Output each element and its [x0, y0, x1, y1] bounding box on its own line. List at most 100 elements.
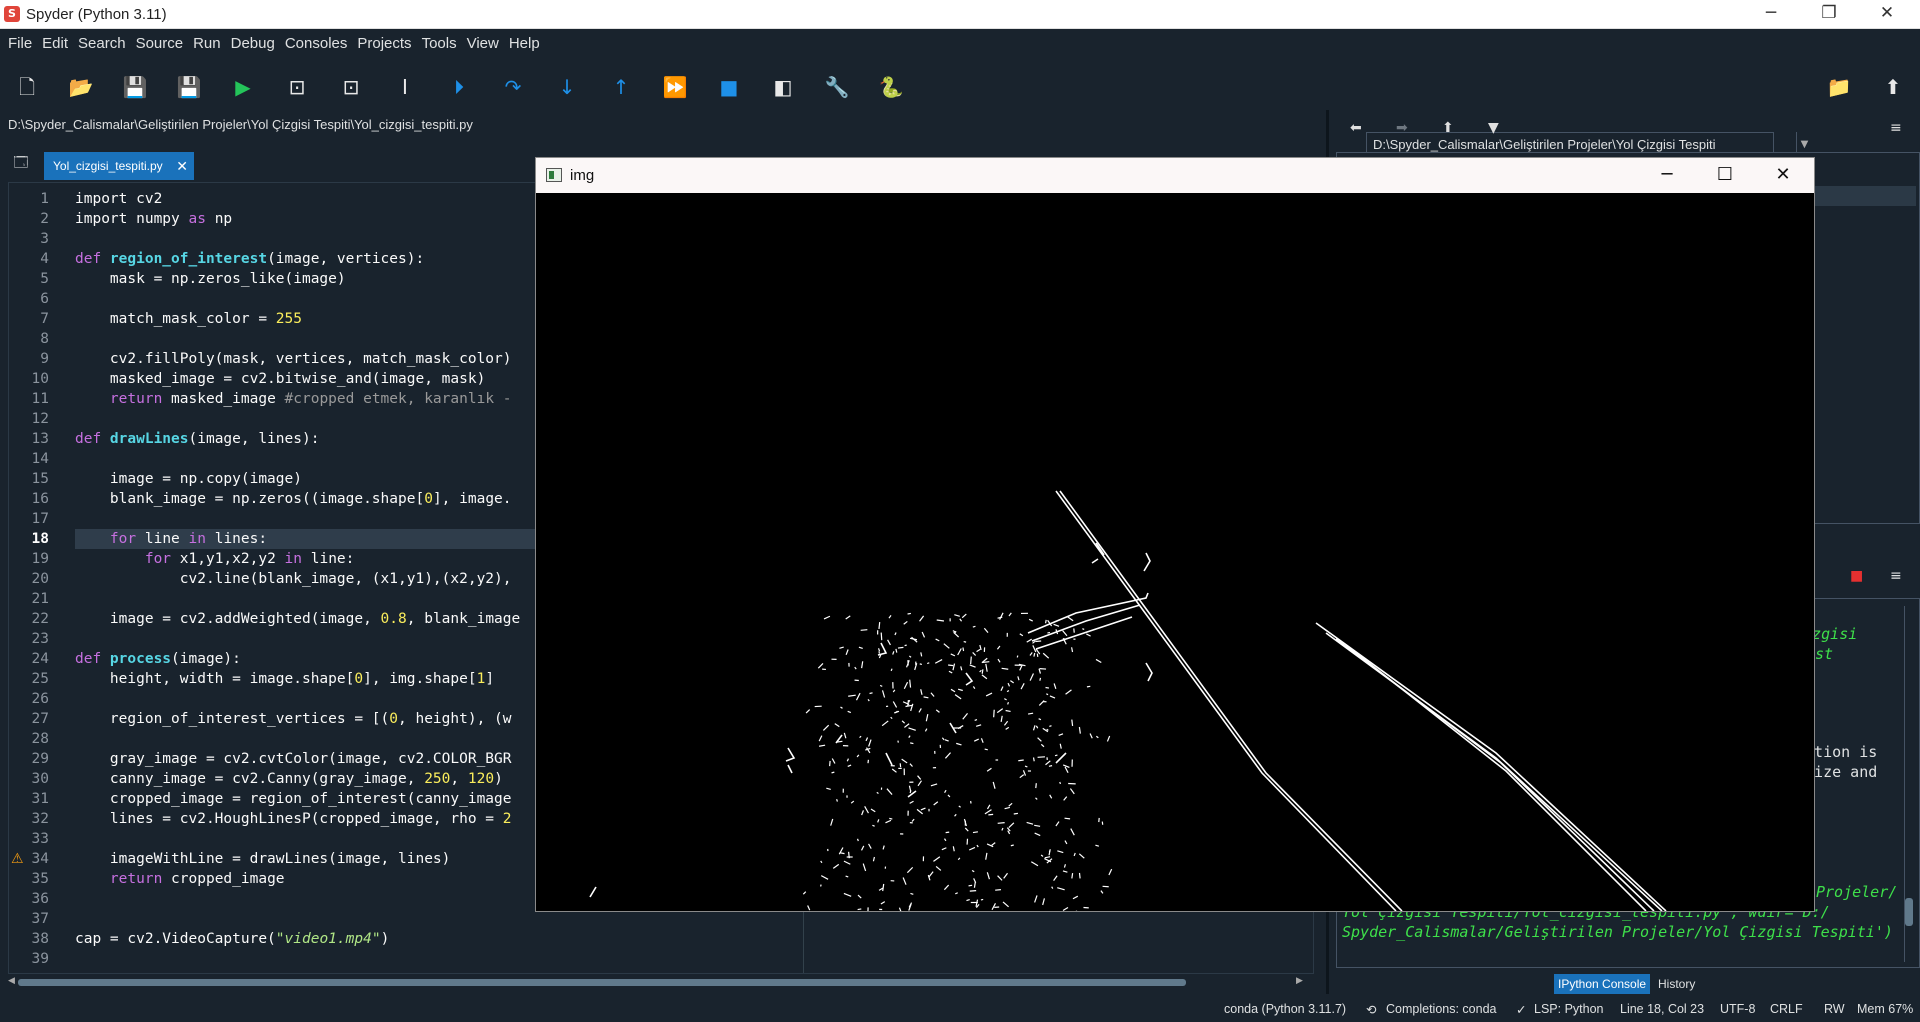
- line-number: 10: [31, 371, 49, 387]
- run-selection-icon[interactable]: I: [390, 72, 420, 102]
- scrollbar-thumb[interactable]: [18, 979, 1186, 986]
- status-completions: Completions: conda: [1386, 1002, 1497, 1016]
- debug-icon[interactable]: ⏵: [444, 72, 474, 102]
- code-line[interactable]: cap = cv2.VideoCapture("video1.mp4"): [75, 929, 1313, 949]
- edge-speckle: [964, 820, 966, 826]
- browse-folder-icon[interactable]: 📁: [1824, 72, 1854, 102]
- status-memory: Mem 67%: [1857, 1002, 1914, 1016]
- img-window[interactable]: img ─ ☐ ✕: [535, 157, 1815, 912]
- menu-edit[interactable]: Edit: [37, 35, 73, 52]
- edge-speckle: [848, 662, 850, 667]
- scroll-right-icon[interactable]: ▶: [1296, 976, 1303, 986]
- line-number: 18: [31, 531, 49, 547]
- line-number: 35: [31, 871, 49, 887]
- new-file-icon[interactable]: 🗋: [12, 72, 42, 102]
- forward-icon[interactable]: ➡: [1396, 120, 1408, 136]
- minimize-icon[interactable]: ─: [1638, 158, 1696, 193]
- step-into-icon[interactable]: ↓: [552, 72, 582, 102]
- warning-icon[interactable]: ⚠: [11, 849, 24, 869]
- line-number: 22: [31, 611, 49, 627]
- edge-speckle: [842, 788, 844, 793]
- img-window-title-bar[interactable]: img ─ ☐ ✕: [536, 158, 1814, 193]
- edge-speckle: [884, 866, 887, 869]
- menu-debug[interactable]: Debug: [226, 35, 280, 52]
- scrollbar-thumb[interactable]: [1905, 898, 1913, 926]
- tab-ipython-console[interactable]: IPython Console: [1554, 974, 1651, 994]
- status-lsp[interactable]: LSP: Python: [1534, 1002, 1604, 1016]
- line-number: 25: [31, 671, 49, 687]
- line-number: 15: [31, 471, 49, 487]
- menu-help[interactable]: Help: [504, 35, 545, 52]
- edge-speckle: [831, 658, 837, 660]
- continue-icon[interactable]: ⏩: [660, 72, 690, 102]
- save-icon[interactable]: 💾: [120, 72, 150, 102]
- sync-icon: ⟲: [1366, 1003, 1377, 1017]
- edge-speckle: [928, 808, 930, 812]
- line-number: 17: [31, 511, 49, 527]
- edge-speckle: [1020, 612, 1028, 615]
- maximize-icon[interactable]: ☐: [1696, 158, 1754, 193]
- line-number: 33: [31, 831, 49, 847]
- step-return-icon[interactable]: ↑: [606, 72, 636, 102]
- edge-speckle: [879, 908, 883, 911]
- line-number: 36: [31, 891, 49, 907]
- scroll-left-icon[interactable]: ◀: [8, 976, 15, 986]
- minimize-icon[interactable]: ─: [1742, 0, 1800, 29]
- edge-speckle: [907, 810, 909, 816]
- menu-source[interactable]: Source: [131, 35, 189, 52]
- stop-debug-icon[interactable]: ■: [714, 72, 744, 102]
- interrupt-kernel-icon[interactable]: ■: [1850, 568, 1863, 584]
- edge-speckle: [932, 767, 937, 769]
- run-cell-icon[interactable]: ⊡: [282, 72, 312, 102]
- line-number: 31: [31, 791, 49, 807]
- menu-projects[interactable]: Projects: [352, 35, 416, 52]
- options-menu-icon[interactable]: ≡: [1890, 120, 1902, 136]
- line-number: 9: [40, 351, 49, 367]
- menu-consoles[interactable]: Consoles: [280, 35, 353, 52]
- line-number: 24: [31, 651, 49, 667]
- console-output-line: Spyder_Calismalar/Geliştirilen Projeler/…: [1342, 923, 1893, 941]
- open-file-icon[interactable]: 📂: [66, 72, 96, 102]
- run-cell-advance-icon[interactable]: ⊡: [336, 72, 366, 102]
- save-all-icon[interactable]: 💾: [174, 72, 204, 102]
- back-icon[interactable]: ⬅: [1350, 120, 1362, 136]
- up-icon[interactable]: ⬆: [1442, 120, 1454, 136]
- edge-speckle: [898, 767, 902, 769]
- line-number: 13: [31, 431, 49, 447]
- line-number: 12: [31, 411, 49, 427]
- preferences-wrench-icon[interactable]: 🔧: [822, 72, 852, 102]
- run-icon[interactable]: ▶: [228, 72, 258, 102]
- menu-tools[interactable]: Tools: [417, 35, 462, 52]
- edge-speckle: [1071, 759, 1073, 767]
- menu-file[interactable]: File: [3, 35, 37, 52]
- menu-run[interactable]: Run: [188, 35, 226, 52]
- status-env[interactable]: conda (Python 3.11.7): [1224, 1002, 1346, 1016]
- close-icon[interactable]: ✕: [1858, 0, 1916, 29]
- restore-icon[interactable]: ❐: [1800, 0, 1858, 29]
- filter-icon[interactable]: ▼: [1488, 120, 1499, 136]
- edge-speckle: [949, 618, 951, 622]
- status-eol: CRLF: [1770, 1002, 1803, 1016]
- edge-speckle: [909, 781, 914, 783]
- edge-speckle: [1073, 638, 1076, 640]
- python-path-icon[interactable]: 🐍: [876, 72, 906, 102]
- check-icon: ✓: [1516, 1003, 1527, 1017]
- line-number: 23: [31, 631, 49, 647]
- status-cursor-position: Line 18, Col 23: [1620, 1002, 1705, 1016]
- line-number: 8: [40, 331, 49, 347]
- step-over-icon[interactable]: ↷: [498, 72, 528, 102]
- close-tab-icon[interactable]: ✕: [176, 152, 188, 180]
- tab-yol-cizgisi-tespiti[interactable]: Yol_cizgisi_tespiti.py ✕: [44, 152, 194, 180]
- line-number: 11: [31, 391, 49, 407]
- parent-directory-icon[interactable]: ⬆: [1878, 72, 1908, 102]
- line-number: 26: [31, 691, 49, 707]
- browse-tabs-icon[interactable]: 🗔: [10, 152, 32, 172]
- close-icon[interactable]: ✕: [1754, 158, 1812, 193]
- tab-history[interactable]: History: [1654, 974, 1699, 994]
- console-options-icon[interactable]: ≡: [1890, 568, 1902, 584]
- menu-search[interactable]: Search: [73, 35, 131, 52]
- edge-speckle: [892, 682, 894, 689]
- menu-view[interactable]: View: [462, 35, 504, 52]
- image-window-icon: [546, 168, 562, 182]
- maximize-pane-icon[interactable]: ◧: [768, 72, 798, 102]
